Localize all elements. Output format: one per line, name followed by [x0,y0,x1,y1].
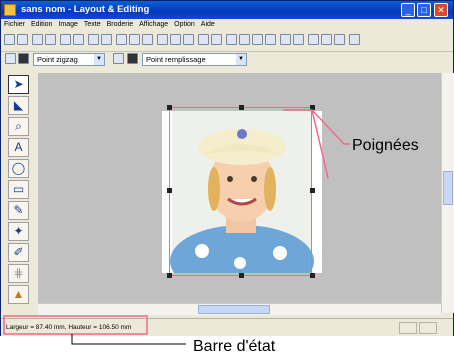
line-mode-icon[interactable] [5,53,16,64]
menu-broderie[interactable]: Broderie [104,19,136,28]
fill-color-icon[interactable] [127,53,138,64]
point-edit-tool[interactable]: ◣ [8,96,29,115]
export-icon[interactable] [45,34,56,45]
menu-texte[interactable]: Texte [81,19,104,28]
color-icon[interactable] [265,34,276,45]
manual-punch-tool[interactable]: ✎ [8,201,29,220]
chevron-down-icon[interactable]: ▼ [94,54,104,65]
copy-icon[interactable] [129,34,140,45]
menu-bar: Fichier Edition Image Texte Broderie Affichag… [1,19,453,31]
zoom-icon[interactable] [334,34,345,45]
property-toolbar: Point zigzag ▼ Point remplissage ▼ [1,51,453,69]
fill-stitch-value: Point remplissage [146,55,206,64]
window-title: sans nom - Layout & Editing [21,4,150,15]
line-color-icon[interactable] [18,53,29,64]
menu-fichier[interactable]: Fichier [1,19,28,28]
wizard-icon[interactable] [198,34,209,45]
redo-icon[interactable] [101,34,112,45]
open-file-icon[interactable] [17,34,28,45]
import-icon[interactable] [32,34,43,45]
align-icon[interactable] [157,34,168,45]
selection-handle[interactable] [167,188,172,193]
fill-mode-icon[interactable] [113,53,124,64]
auto-punch-tool[interactable]: ✦ [8,222,29,241]
menu-edition[interactable]: Edition [28,19,55,28]
status-panel [399,322,417,334]
close-button[interactable]: ✕ [434,3,448,17]
text-tool[interactable]: A [8,138,29,157]
zoom-tool[interactable]: ⌕ [8,117,29,136]
line-stitch-value: Point zigzag [37,55,78,64]
selection-handle[interactable] [310,105,315,110]
eyedropper-tool[interactable]: ✐ [8,243,29,262]
save-icon[interactable] [60,34,71,45]
chevron-down-icon[interactable]: ▼ [236,54,246,65]
selection-handle[interactable] [167,105,172,110]
title-bar[interactable]: sans nom - Layout & Editing _ □ ✕ [1,1,453,19]
card-icon[interactable] [308,34,319,45]
app-window: sans nom - Layout & Editing _ □ ✕ Fichie… [0,0,454,336]
fill-stitch-select[interactable]: Point remplissage ▼ [142,53,247,66]
undo-icon[interactable] [88,34,99,45]
main-toolbar [1,31,453,52]
vertical-scroll-thumb[interactable] [443,171,453,205]
design-canvas[interactable] [38,73,441,303]
menu-option[interactable]: Option [171,19,198,28]
maximize-button[interactable]: □ [417,3,431,17]
selection-handle[interactable] [239,273,244,278]
sew-tool[interactable]: ▲ [8,285,29,304]
tool-box: ➤ ◣ ⌕ A ◯ ▭ ✎ ✦ ✐ ⋕ ▲ [4,73,34,313]
selection-handle[interactable] [310,188,315,193]
paste-icon[interactable] [142,34,153,45]
vertical-scrollbar[interactable] [441,73,454,313]
view-icon[interactable] [280,34,291,45]
rotate-icon[interactable] [183,34,194,45]
group-icon[interactable] [170,34,181,45]
selection-frame[interactable] [169,107,312,276]
print-icon[interactable] [73,34,84,45]
status-panel [419,322,437,334]
app-icon [4,4,16,16]
menu-image[interactable]: Image [55,19,80,28]
statusbar-callout-label: Barre d'état [193,338,276,355]
menu-aide[interactable]: Aide [198,19,218,28]
menu-affichage[interactable]: Affichage [136,19,171,28]
selection-handle[interactable] [167,273,172,278]
stitch-icon[interactable] [211,34,222,45]
shape-tool[interactable]: ◯ [8,159,29,178]
design-icon[interactable] [226,34,237,45]
cut-icon[interactable] [116,34,127,45]
selection-handle[interactable] [239,105,244,110]
selection-handle[interactable] [310,273,315,278]
status-text: Largeur = 87.40 mm, Hauteur = 106.50 mm [6,324,132,331]
stitch-tool[interactable]: ⋕ [8,264,29,283]
status-bar: Largeur = 87.40 mm, Hauteur = 106.50 mm [1,318,453,336]
help-icon[interactable] [349,34,360,45]
new-file-icon[interactable] [4,34,15,45]
thread-icon[interactable] [252,34,263,45]
preview-icon[interactable] [293,34,304,45]
outline-tool[interactable]: ▭ [8,180,29,199]
handles-callout-label: Poignées [352,137,419,154]
minimize-button[interactable]: _ [401,3,415,17]
select-tool[interactable]: ➤ [8,75,29,94]
pattern-icon[interactable] [239,34,250,45]
horizontal-scrollbar[interactable] [38,303,441,315]
transfer-icon[interactable] [321,34,332,45]
horizontal-scroll-thumb[interactable] [198,305,270,314]
line-stitch-select[interactable]: Point zigzag ▼ [33,53,105,66]
